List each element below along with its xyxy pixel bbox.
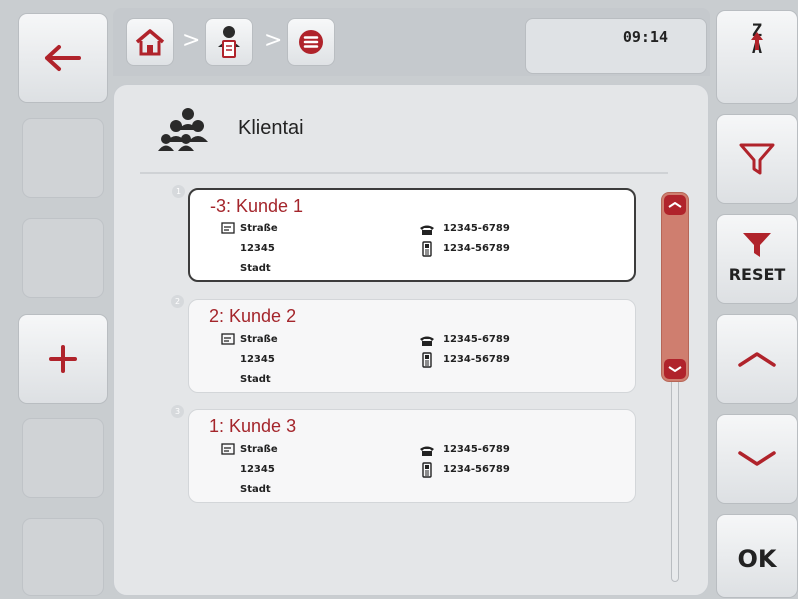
- scroll-thumb-top-cap: [664, 195, 686, 215]
- address-icon: [221, 443, 235, 455]
- address-icon: [221, 333, 235, 345]
- softkey-empty-4: [22, 518, 104, 596]
- breadcrumb-customer[interactable]: [205, 18, 253, 66]
- customer-street: Straße: [240, 223, 278, 234]
- sort-arrow-icon: [751, 32, 763, 50]
- customer-street: Straße: [240, 444, 278, 455]
- customer-mobile: 1234-56789: [443, 354, 510, 365]
- scroll-up-button[interactable]: [716, 314, 798, 404]
- filter-reset-button[interactable]: RESET: [716, 214, 798, 304]
- softkey-empty-2: [22, 218, 104, 298]
- chevron-down-icon: [738, 451, 776, 466]
- customer-phone: 12345-6789: [443, 223, 510, 234]
- mobile-phone-icon: [422, 462, 432, 478]
- customer-list-item[interactable]: 3 1: Kunde 3 Straße 12345 Stadt 12345-67…: [171, 405, 636, 503]
- customer-zip: 12345: [240, 243, 275, 254]
- softkey-empty-3: [22, 418, 104, 498]
- filter-reset-icon: [743, 232, 771, 257]
- customer-name: -3: Kunde 1: [210, 196, 304, 216]
- customer-name: 1: Kunde 3: [209, 416, 297, 436]
- softkey-empty-1: [22, 118, 104, 198]
- customer-mobile: 1234-56789: [443, 464, 510, 475]
- customer-zip: 12345: [240, 464, 275, 475]
- customer-list-item[interactable]: 1 -3: Kunde 1 Straße 12345 Stadt 12345-6…: [172, 185, 636, 282]
- people-group-icon: [158, 108, 208, 151]
- customer-card-icon: [218, 26, 240, 58]
- filter-icon: [739, 143, 775, 175]
- address-icon: [221, 222, 235, 234]
- breadcrumb-separator: >: [264, 28, 283, 53]
- list-icon: [299, 30, 323, 54]
- sort-button[interactable]: Z A: [716, 10, 798, 104]
- title-divider: [140, 172, 668, 174]
- customer-city: Stadt: [240, 374, 271, 385]
- back-button[interactable]: [18, 13, 108, 103]
- item-index: 1: [172, 185, 185, 198]
- add-customer-button[interactable]: [18, 314, 108, 404]
- customer-zip: 12345: [240, 354, 275, 365]
- plus-icon: [49, 345, 77, 373]
- phone-icon: [420, 225, 434, 235]
- customer-name: 2: Kunde 2: [209, 306, 297, 326]
- home-icon: [135, 29, 165, 56]
- chevron-down-icon: [668, 366, 682, 372]
- breadcrumb-list[interactable]: [287, 18, 335, 66]
- mobile-phone-icon: [422, 241, 432, 257]
- scroll-thumb-bottom-cap: [664, 359, 686, 379]
- phone-icon: [420, 336, 434, 346]
- customer-city: Stadt: [240, 263, 271, 274]
- customer-phone: 12345-6789: [443, 444, 510, 455]
- phone-icon: [420, 446, 434, 456]
- customer-list-item[interactable]: 2 2: Kunde 2 Straße 12345 Stadt 12345-67…: [171, 295, 636, 393]
- customer-mobile: 1234-56789: [443, 243, 510, 254]
- chevron-up-icon: [738, 352, 776, 367]
- ok-label: OK: [737, 545, 777, 573]
- item-index: 2: [171, 295, 184, 308]
- reset-label: RESET: [728, 265, 786, 284]
- customer-street: Straße: [240, 334, 278, 345]
- breadcrumb-home[interactable]: [126, 18, 174, 66]
- scrollbar-thumb[interactable]: [661, 192, 689, 382]
- arrow-left-icon: [45, 45, 81, 71]
- filter-button[interactable]: [716, 114, 798, 204]
- page-title: Klientai: [238, 117, 304, 139]
- customer-phone: 12345-6789: [443, 334, 510, 345]
- mobile-phone-icon: [422, 352, 432, 368]
- clock: 09:14: [525, 18, 707, 74]
- scroll-down-button[interactable]: [716, 414, 798, 504]
- chevron-up-icon: [668, 202, 682, 208]
- ok-button[interactable]: OK: [716, 514, 798, 598]
- item-index: 3: [171, 405, 184, 418]
- customer-city: Stadt: [240, 484, 271, 495]
- breadcrumb-separator: >: [182, 28, 201, 53]
